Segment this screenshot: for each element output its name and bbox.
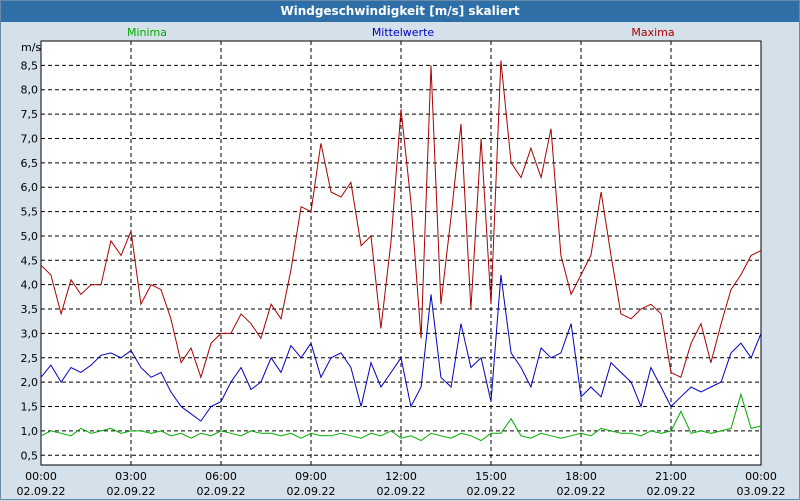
- y-tick-label: 5,5: [21, 206, 39, 219]
- y-tick-label: 2,0: [21, 376, 39, 389]
- x-tick-date: 02.09.22: [647, 485, 696, 498]
- y-tick-label: 8,0: [21, 84, 39, 97]
- y-tick-label: 3,5: [21, 303, 39, 316]
- y-tick-label: 1,0: [21, 425, 39, 438]
- x-tick-date: 02.09.22: [557, 485, 606, 498]
- y-tick-label: 8,5: [21, 59, 39, 72]
- x-tick-date: 02.09.22: [107, 485, 156, 498]
- y-tick-label: 7,0: [21, 132, 39, 145]
- x-tick-date: 02.09.22: [287, 485, 336, 498]
- chart: Windgeschwindigkeit [m/s] skaliert 0,5 1,…: [0, 0, 800, 500]
- y-tick-label: 1,5: [21, 401, 39, 414]
- y-tick-label: 6,0: [21, 181, 39, 194]
- y-tick-label: 7,5: [21, 108, 39, 121]
- x-tick-date: 02.09.22: [197, 485, 246, 498]
- legend-mittelwerte: Mittelwerte: [372, 26, 435, 39]
- x-tick-time: 18:00: [565, 470, 597, 483]
- y-tick-label: 6,5: [21, 157, 39, 170]
- x-tick-time: 09:00: [295, 470, 327, 483]
- legend-minima: Minima: [127, 26, 167, 39]
- x-tick-time: 12:00: [385, 470, 417, 483]
- x-tick-date: 02.09.22: [377, 485, 426, 498]
- x-tick-date: 02.09.22: [467, 485, 516, 498]
- y-tick-label: 5,0: [21, 230, 39, 243]
- chart-svg: 0,5 1,0 1,5 2,0 2,5 3,0 3,5 4,0 4,5 5,0 5,5 6,0 6,5 7…: [17, 26, 786, 498]
- x-tick-time: 06:00: [205, 470, 237, 483]
- x-tick-time: 15:00: [475, 470, 507, 483]
- y-tick-label: 2,5: [21, 352, 39, 365]
- x-tick-time: 00:00: [25, 470, 57, 483]
- y-tick-label: 0,5: [21, 449, 39, 462]
- x-tick-time: 21:00: [655, 470, 687, 483]
- x-tick-time: 00:00: [745, 470, 777, 483]
- y-axis-label: m/s: [21, 41, 41, 54]
- x-tick-time: 03:00: [115, 470, 147, 483]
- x-tick-date: 02.09.22: [17, 485, 66, 498]
- y-tick-label: 4,0: [21, 279, 39, 292]
- y-tick-label: 3,0: [21, 327, 39, 340]
- y-tick-label: 4,5: [21, 254, 39, 267]
- legend-maxima: Maxima: [631, 26, 674, 39]
- x-tick-date: 03.09.22: [737, 485, 786, 498]
